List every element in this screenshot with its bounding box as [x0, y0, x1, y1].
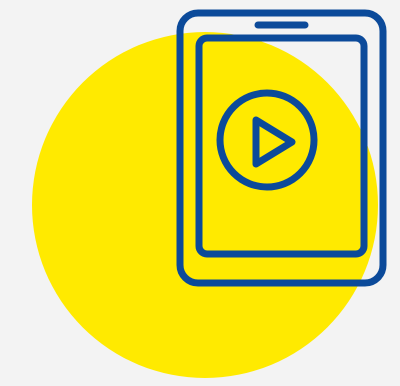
tablet-video-illustration — [0, 0, 400, 386]
illustration-canvas — [0, 0, 400, 386]
yellow-circle — [32, 32, 378, 378]
